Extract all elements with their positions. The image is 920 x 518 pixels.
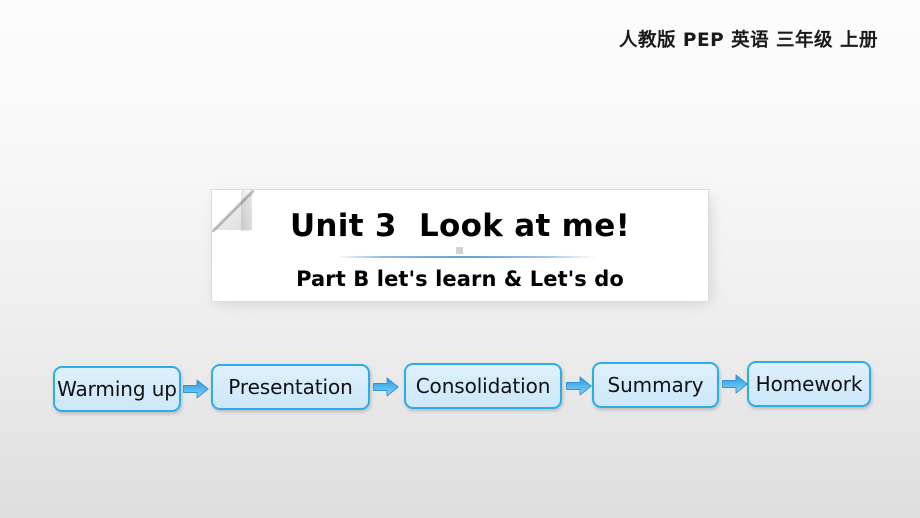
flow-step-summary[interactable]: Summary (592, 362, 719, 408)
lesson-flow: Warming up Presentation Consolidation Summa… (0, 0, 920, 518)
flow-step-presentation[interactable]: Presentation (211, 364, 370, 410)
flow-step-warming-up[interactable]: Warming up (53, 366, 181, 412)
flow-arrow-right-icon (722, 373, 748, 395)
flow-step-label: Warming up (57, 377, 177, 401)
slide-canvas: 人教版 PEP 英语 三年级 上册 Unit 3 Look at me! Par… (0, 0, 920, 518)
flow-arrow-right-icon (373, 376, 399, 398)
flow-step-label: Consolidation (415, 374, 551, 398)
flow-step-label: Presentation (228, 375, 353, 399)
flow-arrow-right-icon (183, 378, 209, 400)
flow-step-label: Summary (607, 373, 704, 397)
flow-step-consolidation[interactable]: Consolidation (404, 363, 562, 409)
flow-step-homework[interactable]: Homework (747, 361, 871, 407)
flow-arrow-right-icon (566, 375, 592, 397)
flow-step-label: Homework (755, 372, 863, 396)
